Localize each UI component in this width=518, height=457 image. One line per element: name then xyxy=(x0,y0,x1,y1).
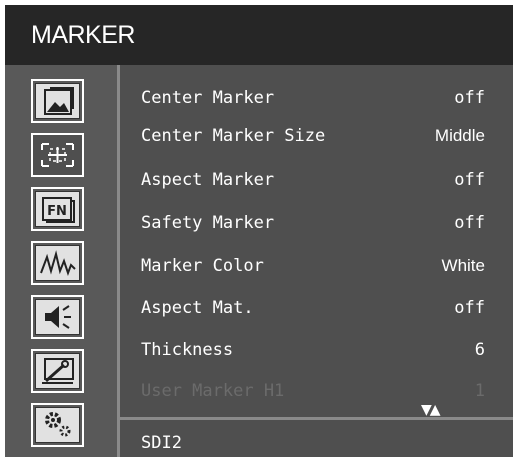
menu-item-value: Middle xyxy=(434,126,485,145)
menu-item-value: 6 xyxy=(474,340,485,360)
sidebar: FN xyxy=(5,65,117,457)
waveform-icon[interactable] xyxy=(31,241,84,285)
menu-item-label: Thickness xyxy=(141,340,234,360)
system-setup-icon[interactable] xyxy=(31,349,84,393)
menu-item-safety-marker[interactable]: Safety Marker off xyxy=(120,202,513,244)
menu-item-center-marker-size[interactable]: Center Marker Size Middle xyxy=(120,115,513,157)
function-key-icon[interactable]: FN xyxy=(31,187,84,231)
horizontal-divider xyxy=(120,417,513,420)
picture-icon[interactable] xyxy=(31,79,84,123)
menu-item-label: Aspect Marker xyxy=(141,170,275,190)
menu-item-label: Aspect Mat. xyxy=(141,298,254,318)
speaker-icon[interactable] xyxy=(31,295,84,339)
menu-item-thickness[interactable]: Thickness 6 xyxy=(120,329,513,371)
menu-item-aspect-marker[interactable]: Aspect Marker off xyxy=(120,159,513,201)
scroll-arrows-icon[interactable]: ▼▲ xyxy=(421,402,440,418)
menu-item-label: Center Marker Size xyxy=(141,126,326,146)
menu-item-marker-color[interactable]: Marker Color White xyxy=(120,245,513,287)
menu-item-value: 1 xyxy=(474,381,485,401)
menu-list: Center Marker off Center Marker Size Mid… xyxy=(120,65,513,417)
menu-item-label: Center Marker xyxy=(141,88,275,108)
menu-item-value: White xyxy=(441,256,485,275)
marker-icon[interactable] xyxy=(31,133,84,177)
menu-item-value: off xyxy=(454,213,485,233)
menu-item-value: off xyxy=(454,298,485,318)
menu-title: MARKER xyxy=(31,21,135,49)
title-bar: MARKER xyxy=(5,5,513,65)
input-source-label: SDI2 xyxy=(141,433,182,453)
menu-item-center-marker[interactable]: Center Marker off xyxy=(120,77,513,119)
gear-icon[interactable] xyxy=(31,403,84,447)
menu-item-value: off xyxy=(454,170,485,190)
menu-item-label: User Marker H1 xyxy=(141,381,285,401)
osd-menu: MARKER FN Center Marker off Center Marke… xyxy=(5,5,513,457)
menu-item-user-marker-h1: User Marker H1 1 xyxy=(120,370,513,412)
menu-item-label: Safety Marker xyxy=(141,213,275,233)
menu-item-aspect-mat[interactable]: Aspect Mat. off xyxy=(120,287,513,329)
menu-item-label: Marker Color xyxy=(141,256,264,276)
menu-item-value: off xyxy=(454,88,485,108)
fn-key-label: FN xyxy=(47,204,67,219)
